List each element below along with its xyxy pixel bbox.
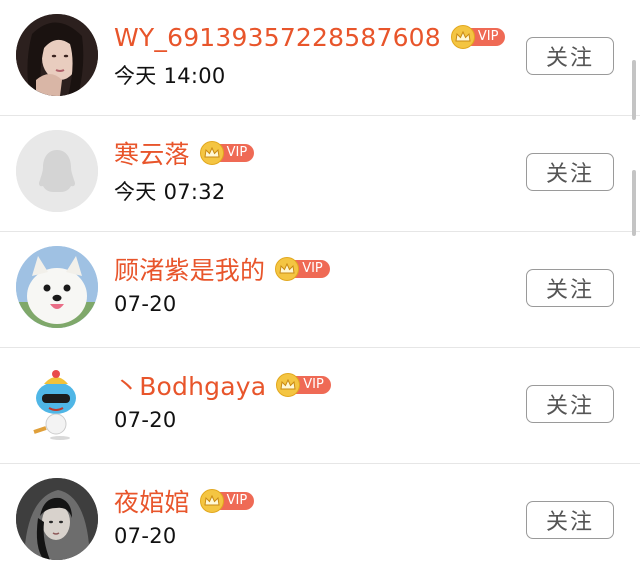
follow-button[interactable]: 关注: [526, 269, 614, 307]
avatar[interactable]: [16, 478, 98, 560]
follow-button[interactable]: 关注: [526, 153, 614, 191]
vip-badge: VIP: [199, 489, 255, 513]
avatar[interactable]: [16, 130, 98, 212]
username[interactable]: 夜婠婠: [114, 483, 190, 519]
vip-badge: VIP: [199, 141, 255, 165]
name-line: 顾渚紫是我的 VIP: [114, 249, 330, 289]
default-penguin-avatar-icon: [16, 130, 98, 212]
list-item[interactable]: 丶Bodhgaya VIP 07-20 关注: [0, 348, 640, 464]
list-item[interactable]: WY_69139357228587608 VIP 今天 14:00 关注: [0, 0, 640, 116]
woman-veil-photo-avatar-icon: [16, 478, 98, 560]
vip-badge: VIP: [450, 25, 506, 49]
scrollbar[interactable]: [632, 60, 636, 120]
follow-time: 今天 14:00: [114, 64, 226, 88]
follow-button[interactable]: 关注: [526, 385, 614, 423]
crown-icon: [450, 25, 475, 49]
follow-time: 今天 07:32: [114, 180, 226, 204]
vip-badge: VIP: [275, 257, 330, 281]
scrollbar-thumb[interactable]: [632, 170, 636, 236]
name-line: 夜婠婠 VIP: [114, 481, 255, 521]
cartoon-character-avatar-icon: [16, 362, 98, 444]
samoyed-dog-avatar-icon: [16, 246, 98, 328]
name-line: 丶Bodhgaya VIP: [114, 365, 331, 405]
list-item[interactable]: 寒云落 VIP 今天 07:32 关注: [0, 116, 640, 232]
username[interactable]: WY_69139357228587608: [114, 23, 441, 52]
follow-button[interactable]: 关注: [526, 37, 614, 75]
follow-time: 07-20: [114, 524, 177, 548]
name-line: WY_69139357228587608 VIP: [114, 17, 506, 57]
username[interactable]: 顾渚紫是我的: [114, 251, 265, 287]
name-line: 寒云落 VIP: [114, 133, 255, 173]
list-item[interactable]: 夜婠婠 VIP 07-20 关注: [0, 464, 640, 571]
avatar[interactable]: [16, 246, 98, 328]
avatar[interactable]: [16, 362, 98, 444]
crown-icon: [199, 489, 224, 513]
follower-list: WY_69139357228587608 VIP 今天 14:00 关注 寒云落: [0, 0, 640, 571]
follow-time: 07-20: [114, 292, 177, 316]
list-item[interactable]: 顾渚紫是我的 VIP 07-20 关注: [0, 232, 640, 348]
follow-button[interactable]: 关注: [526, 501, 614, 539]
avatar[interactable]: [16, 14, 98, 96]
username[interactable]: 寒云落: [114, 135, 190, 171]
crown-icon: [199, 141, 224, 165]
vip-badge: VIP: [276, 373, 331, 397]
woman-photo-avatar-icon: [16, 14, 98, 96]
username[interactable]: 丶Bodhgaya: [114, 367, 266, 403]
follow-time: 07-20: [114, 408, 177, 432]
